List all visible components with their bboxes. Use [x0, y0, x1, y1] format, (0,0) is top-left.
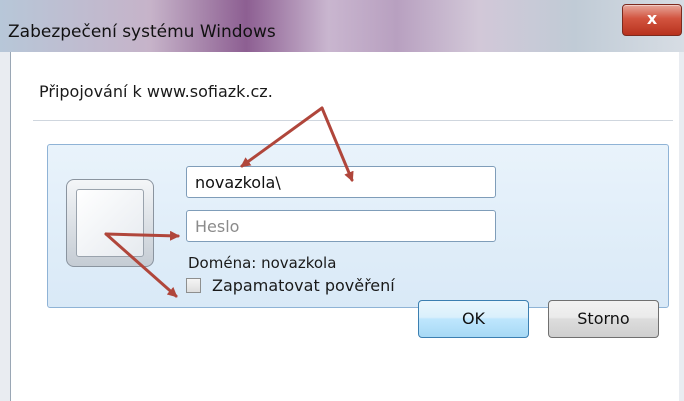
avatar-picture [76, 189, 144, 257]
ok-button[interactable]: OK [418, 300, 529, 338]
cancel-button[interactable]: Storno [548, 300, 659, 338]
remember-credentials-label[interactable]: Zapamatovat pověření [212, 276, 395, 295]
credential-panel[interactable]: Doména: novazkola Zapamatovat pověření [47, 144, 669, 308]
close-button[interactable]: x [622, 4, 682, 36]
separator [33, 120, 673, 121]
security-dialog-window: Zabezpečení systému Windows x Připojován… [0, 0, 684, 401]
password-input[interactable] [186, 210, 496, 242]
user-avatar-tile [66, 179, 154, 267]
window-title: Zabezpečení systému Windows [8, 22, 276, 42]
connecting-message: Připojování k www.sofiazk.cz. [39, 82, 273, 101]
dialog-body: Připojování k www.sofiazk.cz. Doména: no… [10, 52, 679, 401]
remember-credentials-checkbox[interactable] [186, 278, 201, 293]
username-input[interactable] [186, 166, 496, 198]
close-icon: x [646, 9, 658, 28]
domain-label: Doména: novazkola [188, 254, 337, 272]
title-bar[interactable]: Zabezpečení systému Windows x [0, 0, 684, 52]
